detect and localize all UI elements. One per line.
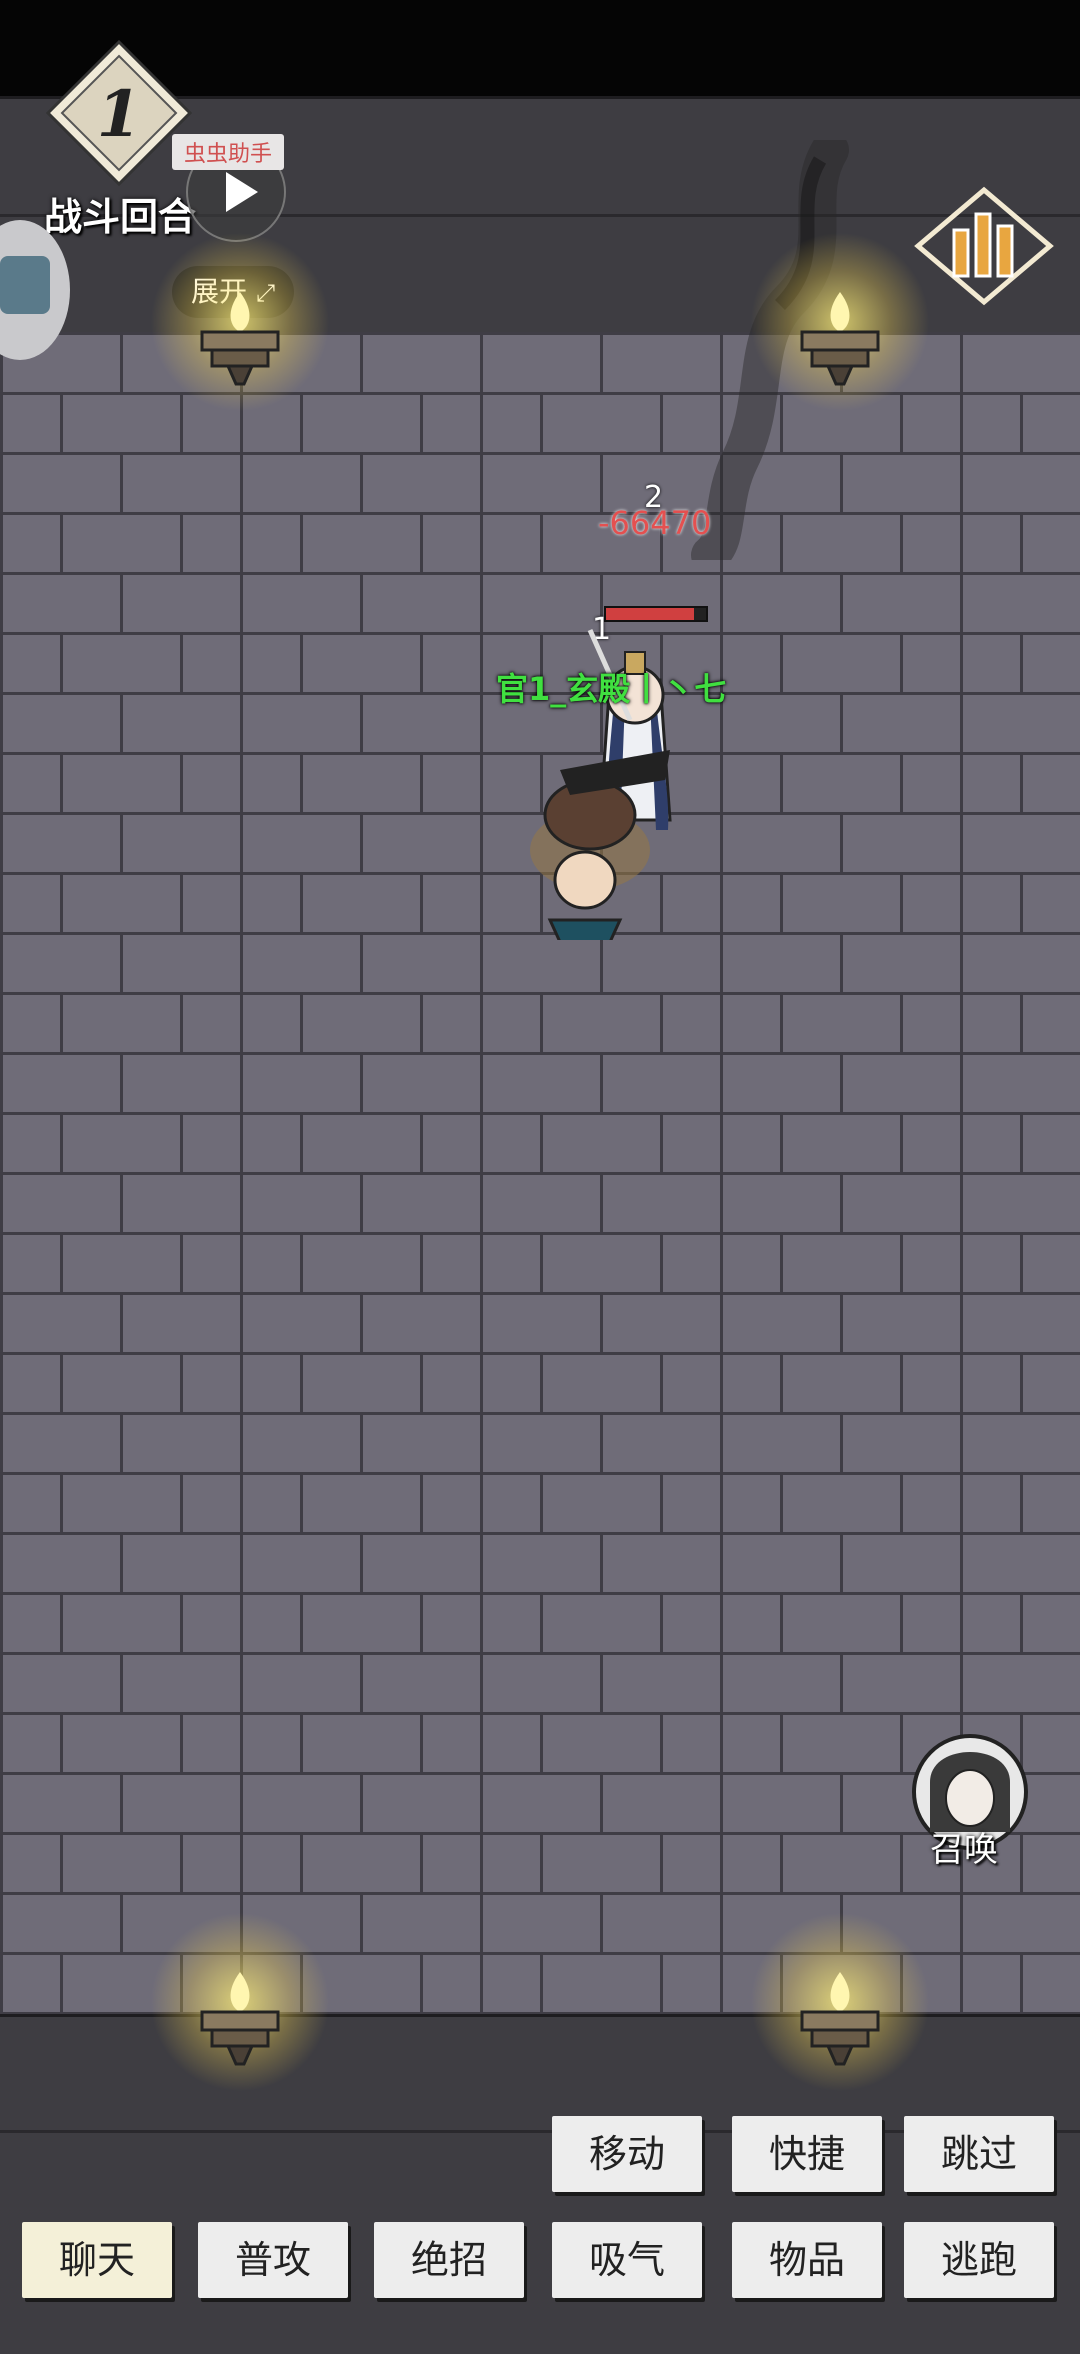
move-button[interactable]: 移动 bbox=[552, 2116, 702, 2192]
summon-label: 召唤 bbox=[930, 1830, 998, 1870]
round-number: 1 bbox=[97, 77, 142, 152]
torch-bottom-left bbox=[150, 1912, 330, 2092]
brick-row bbox=[0, 1112, 1080, 1175]
brick-row bbox=[0, 1172, 1080, 1235]
torch-bottom-right bbox=[750, 1912, 930, 2092]
flee-button[interactable]: 逃跑 bbox=[904, 2222, 1054, 2298]
damage-number: -66470 bbox=[598, 504, 712, 542]
attack-button[interactable]: 普攻 bbox=[198, 2222, 348, 2298]
brick-row bbox=[0, 1472, 1080, 1535]
quick-button[interactable]: 快捷 bbox=[732, 2116, 882, 2192]
brick-row bbox=[0, 512, 1080, 575]
chat-button[interactable]: 聊天 bbox=[22, 2222, 172, 2298]
helper-tag[interactable]: 虫虫助手 bbox=[172, 134, 285, 170]
brick-row bbox=[0, 1052, 1080, 1115]
assistant-icon bbox=[0, 256, 50, 314]
round-label: 战斗回合 bbox=[44, 195, 197, 239]
brick-row bbox=[0, 932, 1080, 995]
ultimate-button[interactable]: 绝招 bbox=[374, 2222, 524, 2298]
brick-row bbox=[0, 392, 1080, 455]
brick-row bbox=[0, 452, 1080, 515]
torch-top-right bbox=[750, 232, 930, 412]
brick-row bbox=[0, 1652, 1080, 1715]
unit-name-label: 官1_玄殿丨丶七 bbox=[496, 670, 727, 708]
enemy-hp-fill bbox=[606, 608, 694, 620]
torch-top-left bbox=[150, 232, 330, 412]
skip-button[interactable]: 跳过 bbox=[904, 2116, 1054, 2192]
brick-row bbox=[0, 1412, 1080, 1475]
brick-row bbox=[0, 992, 1080, 1055]
battle-stats-icon[interactable] bbox=[914, 186, 1054, 306]
brick-row bbox=[0, 1892, 1080, 1955]
brick-row bbox=[0, 1292, 1080, 1355]
breathe-button[interactable]: 吸气 bbox=[552, 2222, 702, 2298]
brick-row bbox=[0, 1592, 1080, 1655]
brick-row bbox=[0, 1232, 1080, 1295]
items-button[interactable]: 物品 bbox=[732, 2222, 882, 2298]
brick-row bbox=[0, 1532, 1080, 1595]
brick-row bbox=[0, 1352, 1080, 1415]
